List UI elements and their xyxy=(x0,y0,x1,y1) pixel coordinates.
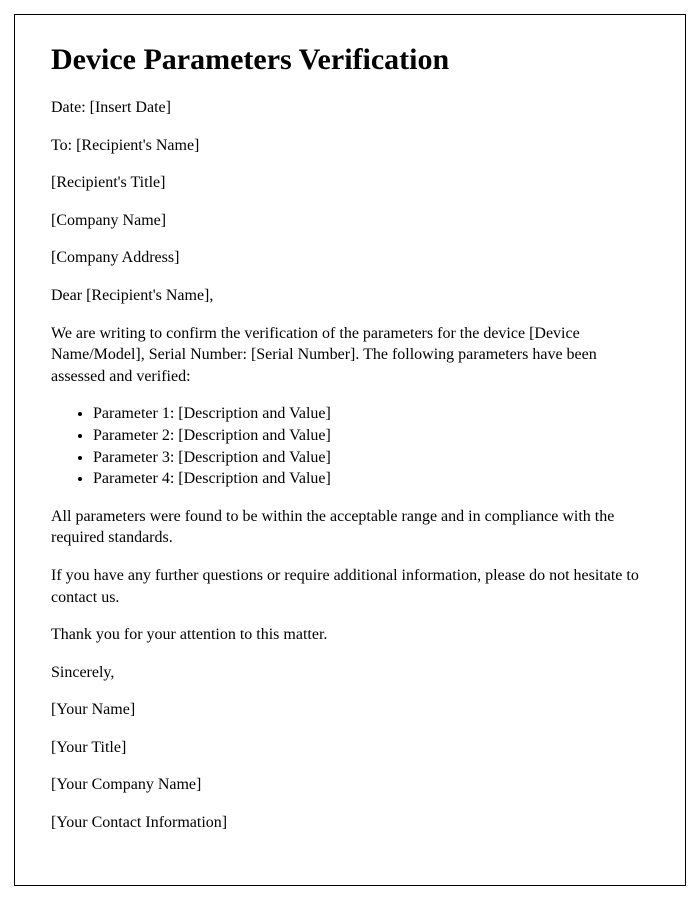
signer-contact: [Your Contact Information] xyxy=(51,812,649,834)
list-item: Parameter 2: [Description and Value] xyxy=(93,425,649,447)
intro-paragraph: We are writing to confirm the verificati… xyxy=(51,323,649,388)
list-item: Parameter 4: [Description and Value] xyxy=(93,468,649,490)
compliance-paragraph: All parameters were found to be within t… xyxy=(51,506,649,549)
letter-document: Device Parameters Verification Date: [In… xyxy=(14,14,686,886)
salutation: Dear [Recipient's Name], xyxy=(51,285,649,307)
company-address: [Company Address] xyxy=(51,247,649,269)
date-line: Date: [Insert Date] xyxy=(51,97,649,119)
to-line: To: [Recipient's Name] xyxy=(51,135,649,157)
recipient-title: [Recipient's Title] xyxy=(51,172,649,194)
signer-name: [Your Name] xyxy=(51,699,649,721)
closing: Sincerely, xyxy=(51,662,649,684)
thank-you: Thank you for your attention to this mat… xyxy=(51,624,649,646)
list-item: Parameter 3: [Description and Value] xyxy=(93,447,649,469)
company-name: [Company Name] xyxy=(51,210,649,232)
signer-company: [Your Company Name] xyxy=(51,774,649,796)
signer-title: [Your Title] xyxy=(51,737,649,759)
parameters-list: Parameter 1: [Description and Value] Par… xyxy=(93,403,649,489)
page-title: Device Parameters Verification xyxy=(51,43,649,77)
list-item: Parameter 1: [Description and Value] xyxy=(93,403,649,425)
contact-paragraph: If you have any further questions or req… xyxy=(51,565,649,608)
